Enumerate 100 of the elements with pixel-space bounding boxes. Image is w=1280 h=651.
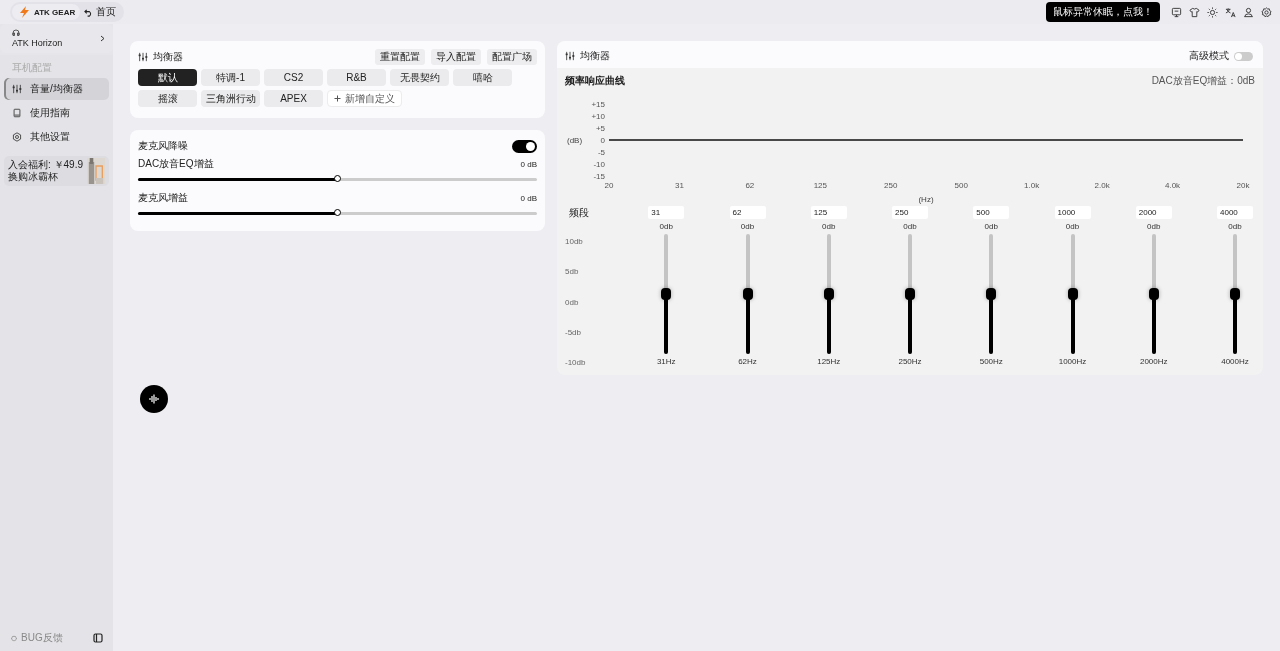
chevron-right-icon	[100, 35, 105, 42]
sidebar-item[interactable]: 使用指南	[4, 102, 109, 124]
sidebar-toggle-icon[interactable]	[93, 633, 103, 643]
band-slider[interactable]	[1070, 234, 1075, 354]
band-slider[interactable]	[989, 234, 994, 354]
sun-icon[interactable]	[1207, 6, 1218, 18]
band-slider[interactable]	[745, 234, 750, 354]
monitor-icon[interactable]	[1171, 6, 1182, 18]
x-tick-label: 20	[604, 181, 614, 190]
shirt-icon[interactable]	[1189, 6, 1200, 18]
frequency-field[interactable]: 31	[648, 206, 685, 219]
preset-button[interactable]: 无畏契约	[390, 69, 449, 86]
band-frequency: 2000Hz	[1139, 357, 1168, 366]
logo-icon	[17, 6, 31, 18]
y-tick-label: 0	[600, 136, 605, 145]
frequency-field[interactable]: 250	[892, 206, 928, 219]
band-reading: 0db	[659, 222, 673, 231]
x-tick-label: 4.0k	[1165, 181, 1181, 190]
chart-title: 频率响应曲线	[565, 74, 625, 88]
slider-thumb[interactable]	[333, 209, 341, 216]
y-axis-label: (dB)	[567, 136, 583, 145]
x-tick-label: 125	[813, 181, 827, 190]
scale-label: 5db	[565, 267, 580, 277]
x-tick-label: 20k	[1236, 181, 1250, 190]
x-tick-label: 62	[745, 181, 755, 190]
frequency-field[interactable]: 4000	[1217, 206, 1253, 219]
setting-label: DAC放音EQ增益	[138, 157, 214, 171]
translate-icon[interactable]	[1225, 6, 1236, 18]
slider-thumb[interactable]	[742, 288, 753, 300]
audio-button[interactable]	[140, 385, 168, 413]
user-icon[interactable]	[1243, 6, 1254, 18]
slider-thumb[interactable]	[333, 175, 341, 182]
slider-thumb[interactable]	[661, 288, 672, 300]
band-reading: 0db	[903, 222, 917, 231]
y-tick-label: -15	[593, 172, 605, 181]
band-slider[interactable]	[908, 234, 912, 354]
y-tick-label: +5	[595, 124, 605, 133]
preset-button[interactable]: APEX	[264, 90, 323, 107]
preset-button[interactable]: R&B	[327, 69, 386, 86]
card-title: 均衡器	[153, 50, 183, 64]
setting-label: 麦克风降噪	[138, 139, 188, 153]
band-slider[interactable]	[1233, 234, 1237, 354]
sidebar-item[interactable]: 其他设置	[4, 126, 109, 148]
slider-thumb[interactable]	[986, 288, 997, 300]
slider-thumb[interactable]	[823, 288, 834, 300]
config-button[interactable]: 导入配置	[431, 49, 481, 65]
preset-button[interactable]: 摇滚	[138, 90, 197, 107]
preset-button[interactable]: CS2	[264, 69, 323, 86]
scale-label: 10db	[565, 237, 584, 246]
preset-button[interactable]: 默认	[138, 69, 197, 86]
band-slider[interactable]	[664, 234, 669, 354]
headphones-icon	[12, 29, 20, 36]
slider[interactable]	[138, 212, 537, 215]
sidebar-item[interactable]: 音量/均衡器	[4, 78, 109, 100]
promo-banner[interactable]: 入会福利: ￥49.9换购冰霸杯	[4, 156, 109, 186]
add-preset-button[interactable]: 新增自定义	[327, 90, 402, 107]
band-reading: 0db	[740, 222, 755, 231]
card-title: 均衡器	[580, 49, 610, 63]
band-label: 频段	[568, 206, 590, 220]
bug-icon	[10, 634, 18, 642]
band-frequency: 4000Hz	[1221, 357, 1249, 366]
config-button[interactable]: 重置配置	[375, 49, 425, 65]
toggle-switch[interactable]	[512, 139, 537, 153]
sliders-icon	[12, 84, 22, 94]
slider-thumb[interactable]	[1148, 288, 1159, 300]
notice-button[interactable]: 鼠标异常休眠，点我！	[1046, 2, 1160, 22]
config-button[interactable]: 配置广场	[487, 49, 537, 65]
frequency-field[interactable]: 1000	[1054, 206, 1091, 219]
scale-label: -5db	[565, 327, 582, 337]
slider[interactable]	[138, 178, 537, 181]
toggle-switch[interactable]	[1234, 51, 1253, 61]
frequency-field[interactable]: 2000	[1135, 206, 1172, 219]
frequency-field[interactable]: 62	[729, 206, 766, 219]
y-tick-label: -5	[597, 148, 605, 157]
frequency-field[interactable]: 125	[810, 206, 847, 219]
band-frequency: 31Hz	[656, 357, 676, 366]
slider-thumb[interactable]	[1067, 288, 1078, 300]
slider-reading: 0 dB	[520, 193, 537, 203]
y-tick-label: +15	[591, 100, 605, 109]
band-slider[interactable]	[1151, 234, 1156, 354]
brand-name: ATK GEAR	[34, 7, 76, 17]
slider-thumb[interactable]	[1230, 288, 1240, 300]
settings-icon	[12, 132, 22, 142]
sliders-icon	[138, 52, 148, 62]
scale-label: 0db	[565, 297, 580, 307]
setting-label: 麦克风增益	[138, 191, 188, 205]
x-tick-label: 1.0k	[1024, 181, 1040, 190]
preset-button[interactable]: 三角洲行动	[201, 90, 260, 107]
scale-label: -10db	[565, 358, 587, 367]
preset-button[interactable]: 嘻哈	[453, 69, 512, 86]
frequency-field[interactable]: 500	[973, 206, 1010, 219]
gain-note: DAC放音EQ增益：0dB	[1151, 74, 1255, 88]
band-frequency: 500Hz	[979, 357, 1003, 366]
x-tick-label: 2.0k	[1094, 181, 1110, 190]
band-slider[interactable]	[826, 234, 831, 354]
waveform-icon	[148, 394, 160, 404]
preset-button[interactable]: 特调-1	[201, 69, 260, 86]
home-button[interactable]: 首页	[84, 5, 117, 19]
slider-thumb[interactable]	[905, 288, 915, 300]
settings-icon[interactable]	[1261, 6, 1272, 18]
